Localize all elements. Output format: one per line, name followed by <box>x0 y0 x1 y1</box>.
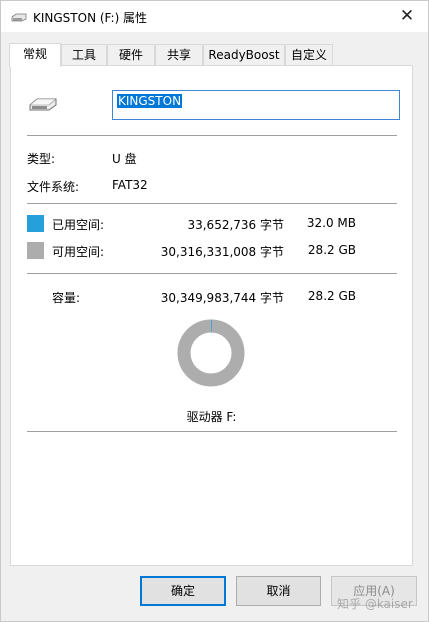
free-space-bytes: 30,316,331,008 字节 <box>160 245 284 259</box>
tab-sharing[interactable]: 共享 <box>155 44 203 66</box>
free-space-size: 28.2 GB <box>307 243 356 257</box>
volume-name-input[interactable]: KINGSTON <box>112 90 400 120</box>
separator <box>27 203 397 204</box>
capacity-bytes: 30,349,983,744 字节 <box>160 291 284 305</box>
volume-name-text: KINGSTON <box>117 94 183 108</box>
drive-letter-label: 驱动器 F: <box>186 410 237 424</box>
free-space-label: 可用空间: <box>52 245 105 259</box>
window-title: KINGSTON (F:) 属性 <box>33 11 148 25</box>
free-space-color-swatch <box>27 242 44 259</box>
separator <box>27 273 397 274</box>
tab-customize[interactable]: 自定义 <box>285 44 333 66</box>
used-space-label: 已用空间: <box>52 218 105 232</box>
used-space-size: 32.0 MB <box>306 216 356 230</box>
title-bar: KINGSTON (F:) 属性 ✕ <box>1 1 428 32</box>
usb-drive-icon <box>11 13 27 22</box>
separator <box>27 431 397 432</box>
used-space-color-swatch <box>27 215 44 232</box>
usb-drive-icon <box>29 98 57 111</box>
capacity-size: 28.2 GB <box>307 289 356 303</box>
tab-readyboost[interactable]: ReadyBoost <box>203 44 285 66</box>
used-space-bytes: 33,652,736 字节 <box>187 218 284 232</box>
general-tab-panel: KINGSTON 类型: U 盘 文件系统: FAT32 已用空间: 33,65… <box>10 65 413 566</box>
separator <box>27 135 397 136</box>
properties-dialog: KINGSTON (F:) 属性 ✕ 常规 工具 硬件 共享 ReadyBoos… <box>0 0 429 622</box>
file-system-label: 文件系统: <box>27 180 80 194</box>
free-space-ring <box>177 319 245 387</box>
file-system-value: FAT32 <box>112 178 148 192</box>
type-value: U 盘 <box>112 152 137 166</box>
tab-tools[interactable]: 工具 <box>61 44 107 66</box>
usage-donut-chart <box>177 319 245 387</box>
tab-hardware[interactable]: 硬件 <box>107 44 155 66</box>
capacity-label: 容量: <box>52 291 81 305</box>
cancel-button[interactable]: 取消 <box>236 576 321 606</box>
type-label: 类型: <box>27 152 56 166</box>
close-icon: ✕ <box>399 6 415 26</box>
tab-general[interactable]: 常规 <box>9 43 61 67</box>
close-button[interactable]: ✕ <box>395 5 419 29</box>
ok-button[interactable]: 确定 <box>140 576 226 606</box>
watermark-text: 知乎 @kaiser <box>337 597 413 611</box>
